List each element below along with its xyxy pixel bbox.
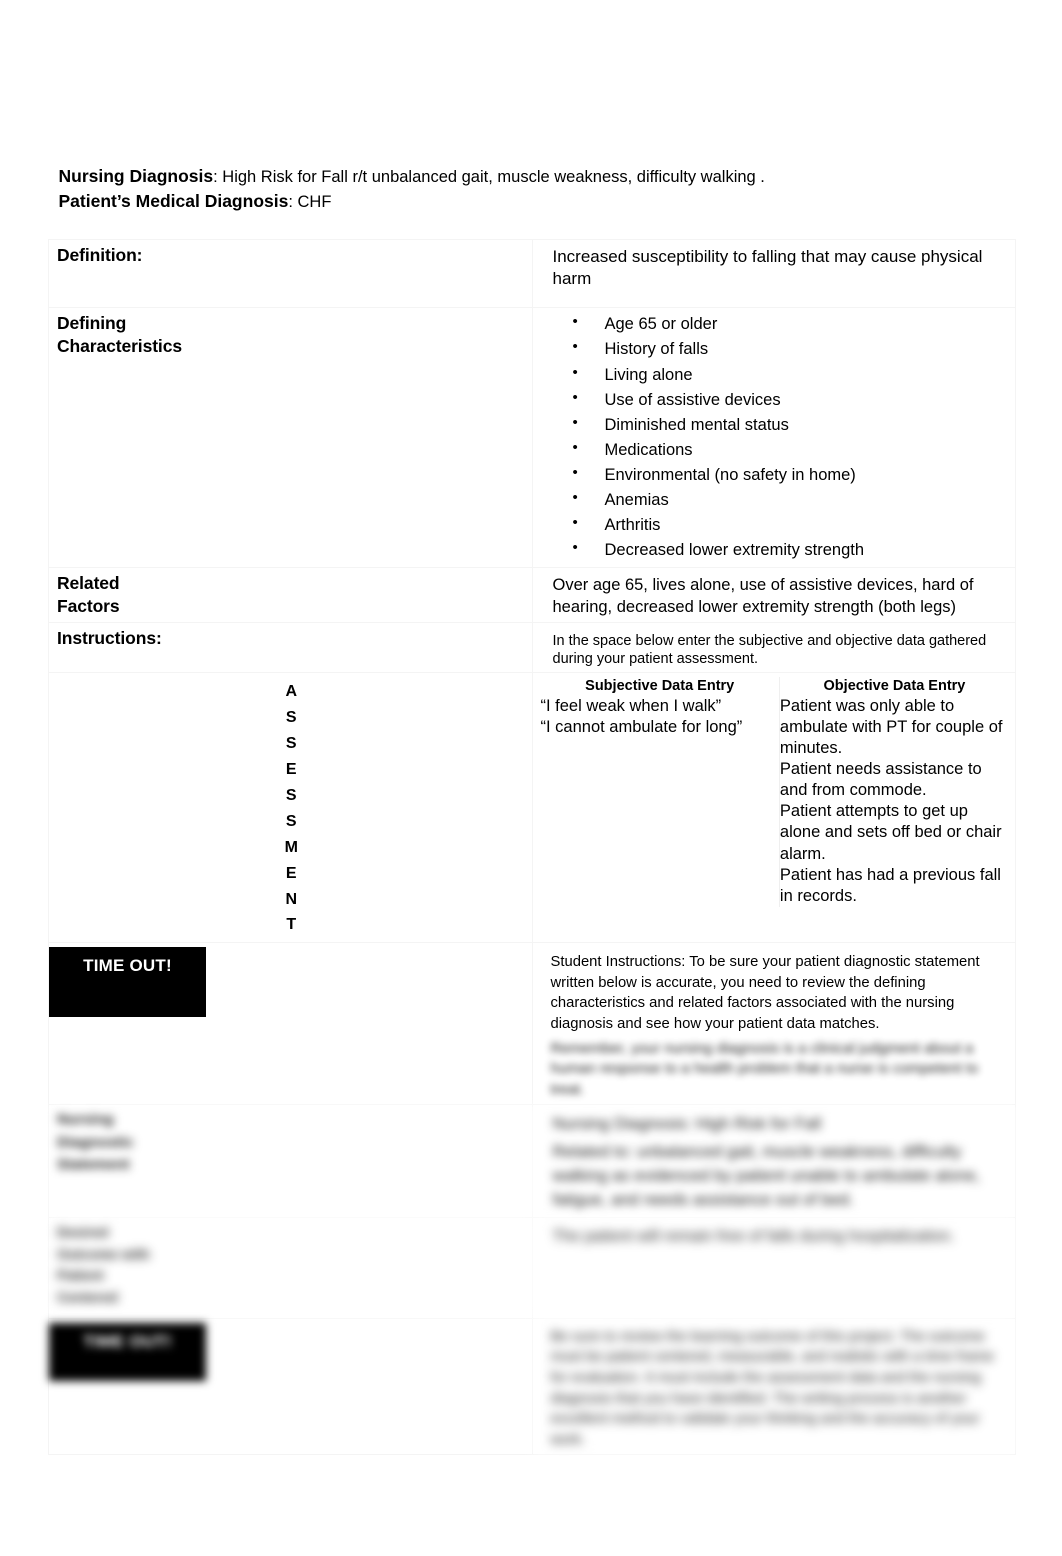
list-item: Diminished mental status	[573, 412, 1010, 438]
defining-characteristics-label-line2: Characteristics	[57, 335, 182, 356]
related-factors-label-line1: Related	[57, 573, 120, 594]
assessment-letter: M	[284, 838, 298, 856]
definition-label-cell: Definition:	[48, 238, 533, 309]
diagnosis-header-row: Nursing Diagnosis: High Risk for Fall r/…	[48, 162, 1016, 217]
definition-text: Increased susceptibility to falling that…	[552, 246, 983, 288]
student-instructions-cell: Student Instructions: To be sure your pa…	[531, 942, 1016, 1106]
list-item: Environmental (no safety in home)	[573, 462, 1010, 488]
final-note-row: TIME OUT! Be sure to review the learning…	[48, 1317, 1016, 1456]
student-instructions-text: Student Instructions: To be sure your pa…	[550, 954, 980, 1032]
desired-outcome-row: Desired Outcome with Patient Centered Th…	[48, 1216, 1016, 1319]
document-page: Nursing Diagnosis: High Risk for Fall r/…	[0, 0, 1062, 1556]
list-item: Decreased lower extremity strength	[573, 537, 1010, 563]
student-instructions-line3: Remember, your nursing diagnosis is a cl…	[550, 1040, 979, 1098]
assessment-letter: S	[285, 709, 297, 727]
objective-data-header: Objective Data Entry	[779, 677, 1009, 696]
objective-data-entry[interactable]: Patient was only able to ambulate with P…	[779, 695, 1009, 907]
list-item: Anemias	[573, 487, 1010, 513]
objective-line: Patient attempts to get up alone and set…	[779, 802, 1002, 863]
desired-outcome-value-cell[interactable]: The patient will remain free of falls du…	[531, 1216, 1016, 1319]
desired-outcome-label-cell: Desired Outcome with Patient Centered	[48, 1216, 533, 1319]
data-entry-header-row: Subjective Data Entry Objective Data Ent…	[540, 677, 1009, 696]
time-out-badge-cell: TIME OUT!	[48, 942, 533, 1106]
definition-row: Definition: Increased susceptibility to …	[48, 238, 1016, 309]
subjective-data-entry[interactable]: “I feel weak when I walk” “I cannot ambu…	[540, 695, 780, 907]
desired-outcome-label-line3: Patient	[57, 1267, 104, 1284]
related-factors-text: Over age 65, lives alone, use of assisti…	[552, 576, 974, 616]
assessment-row: A S S E S S M E N T Subjective Data Entr…	[48, 672, 1016, 944]
diagnostic-statement-label-line1: Nursing	[57, 1111, 114, 1129]
assessment-entry-cell: Subjective Data Entry Objective Data Ent…	[531, 672, 1016, 944]
assessment-vertical-label: A S S E S S M E N T	[57, 677, 526, 938]
final-note-badge-cell: TIME OUT!	[48, 1317, 533, 1456]
assessment-letter: E	[285, 864, 297, 882]
related-factors-label-cell: Related Factors	[48, 567, 533, 623]
diagnostic-statement-value-cell[interactable]: Nursing Diagnosis: High Risk for Fall Re…	[531, 1104, 1016, 1218]
instructions-label-cell: Instructions:	[48, 621, 533, 674]
list-item: History of falls	[573, 336, 1010, 362]
final-time-out-badge: TIME OUT!	[49, 1322, 206, 1381]
objective-line: Patient has had a previous fall in recor…	[779, 865, 1001, 905]
assessment-letter: T	[286, 916, 297, 934]
desired-outcome-label-line1: Desired	[57, 1223, 109, 1240]
instructions-text: In the space below enter the subjective …	[552, 633, 987, 668]
nursing-diagnosis-value: : High Risk for Fall r/t unbalanced gait…	[213, 168, 765, 186]
assessment-letter: N	[285, 890, 298, 908]
list-item: Arthritis	[573, 512, 1010, 538]
time-out-row: TIME OUT! Student Instructions: To be su…	[48, 942, 1016, 1106]
diagnostic-statement-title: Nursing Diagnosis: High Risk for Fall	[552, 1115, 822, 1134]
diagnosis-header-cell: Nursing Diagnosis: High Risk for Fall r/…	[48, 162, 1016, 217]
subjective-line: “I feel weak when I walk”	[540, 696, 722, 715]
related-factors-label-line2: Factors	[57, 595, 120, 616]
desired-outcome-label-line2: Outcome with	[57, 1245, 150, 1262]
defining-characteristics-list-cell: Age 65 or older History of falls Living …	[531, 307, 1016, 569]
diagnostic-statement-label-line3: Statement	[57, 1156, 130, 1174]
objective-line: Patient needs assistance to and from com…	[779, 760, 982, 800]
data-entry-body-row: “I feel weak when I walk” “I cannot ambu…	[540, 695, 1009, 907]
assessment-letter: A	[285, 683, 298, 701]
header-spacer-cell	[48, 216, 1016, 240]
assessment-letter: E	[285, 760, 297, 778]
related-factors-value-cell: Over age 65, lives alone, use of assisti…	[531, 567, 1016, 623]
diagnostic-statement-label-cell: Nursing Diagnostic Statement	[48, 1104, 533, 1218]
assessment-letter: S	[285, 812, 297, 830]
time-out-badge: TIME OUT!	[49, 947, 206, 1018]
header-spacer-row	[48, 216, 1016, 240]
diagnostic-statement-body: Related to: unbalanced gait, muscle weak…	[552, 1143, 980, 1209]
list-item: Medications	[573, 437, 1010, 463]
assessment-letter: S	[285, 786, 297, 804]
definition-label: Definition:	[57, 244, 143, 265]
diagnostic-statement-label-line2: Diagnostic	[57, 1133, 134, 1151]
final-note-text: Be sure to review the learning outcome o…	[550, 1328, 994, 1448]
defining-characteristics-list: Age 65 or older History of falls Living …	[541, 311, 1010, 563]
subjective-line: “I cannot ambulate for long”	[540, 717, 743, 736]
related-factors-row: Related Factors Over age 65, lives alone…	[48, 567, 1016, 623]
instructions-label: Instructions:	[57, 628, 162, 648]
medical-diagnosis-line: Patient’s Medical Diagnosis: CHF	[59, 189, 1010, 214]
diagnostic-statement-row: Nursing Diagnostic Statement Nursing Dia…	[48, 1104, 1016, 1218]
objective-line: Patient was only able to ambulate with P…	[779, 696, 1003, 758]
data-entry-table: Subjective Data Entry Objective Data Ent…	[540, 677, 1009, 907]
list-item: Age 65 or older	[573, 311, 1010, 337]
list-item: Living alone	[573, 361, 1010, 388]
defining-characteristics-row: Defining Characteristics Age 65 or older…	[48, 307, 1016, 569]
care-plan-table: Nursing Diagnosis: High Risk for Fall r/…	[48, 162, 1016, 1456]
nursing-diagnosis-line: Nursing Diagnosis: High Risk for Fall r/…	[59, 164, 1010, 189]
desired-outcome-label-line4: Centered	[57, 1288, 118, 1305]
final-note-text-cell: Be sure to review the learning outcome o…	[531, 1317, 1016, 1456]
instructions-row: Instructions: In the space below enter t…	[48, 621, 1016, 674]
assessment-label-cell: A S S E S S M E N T	[48, 672, 533, 944]
list-item: Use of assistive devices	[573, 387, 1010, 413]
defining-characteristics-label-cell: Defining Characteristics	[48, 307, 533, 569]
medical-diagnosis-value: : CHF	[288, 193, 332, 212]
subjective-data-header: Subjective Data Entry	[540, 677, 780, 696]
defining-characteristics-label-line1: Defining	[57, 313, 127, 334]
instructions-value-cell: In the space below enter the subjective …	[531, 621, 1016, 674]
medical-diagnosis-label: Patient’s Medical Diagnosis	[58, 191, 289, 212]
desired-outcome-text: The patient will remain free of falls du…	[552, 1227, 955, 1245]
nursing-diagnosis-label: Nursing Diagnosis	[58, 166, 214, 186]
assessment-letter: S	[285, 735, 297, 753]
definition-value-cell: Increased susceptibility to falling that…	[531, 238, 1016, 309]
